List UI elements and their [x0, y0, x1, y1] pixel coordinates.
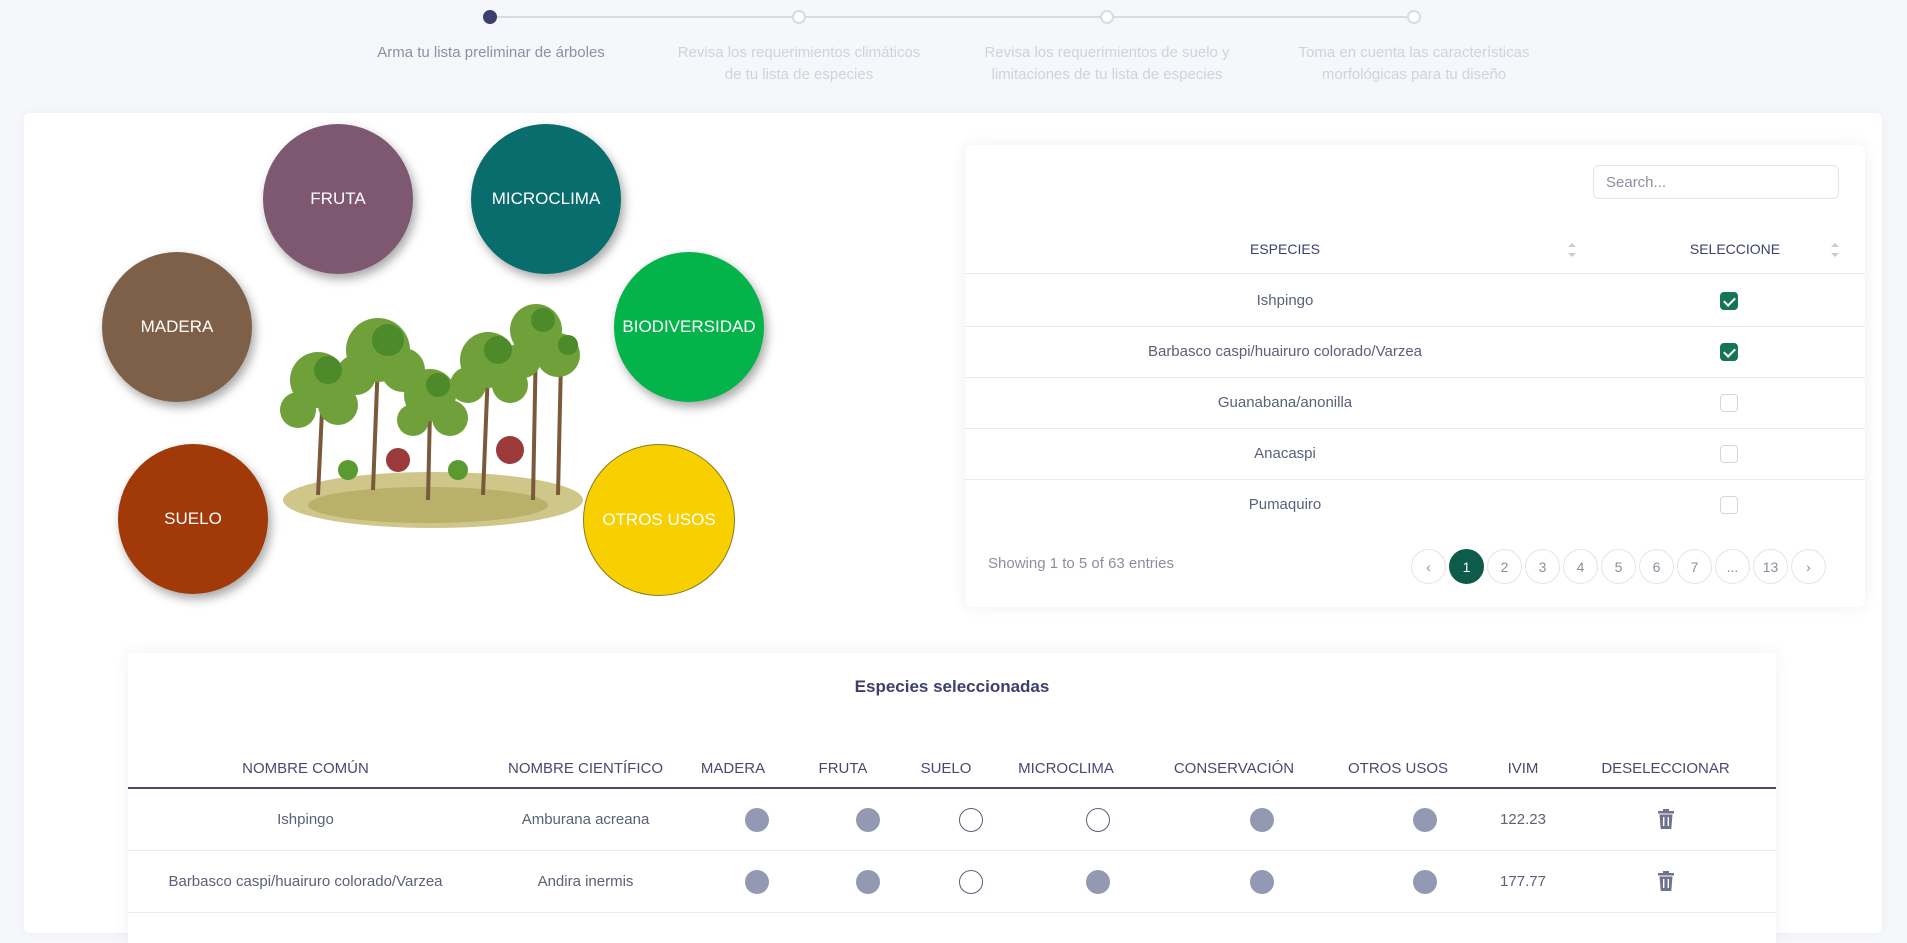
pagination-prev-button[interactable]: ‹ — [1411, 549, 1446, 584]
col-seleccione[interactable]: SELECCIONE — [1645, 235, 1825, 263]
table-row: Barbasco caspi/huairuro colorado/Varzea … — [128, 851, 1776, 913]
conservacion-indicator — [1250, 870, 1274, 894]
pagination-next-button[interactable]: › — [1791, 549, 1826, 584]
pagination: ‹ 1 2 3 4 5 6 7 ... 13 › — [1411, 549, 1826, 584]
category-otros-usos-label: OTROS USOS — [602, 510, 716, 529]
fruta-indicator — [856, 870, 880, 894]
table-row: Anacaspi — [965, 428, 1865, 480]
scientific-name: Andira inermis — [537, 873, 634, 890]
col-ivim: IVIM — [1507, 760, 1539, 777]
category-microclima-button[interactable]: MICROCLIMA — [471, 124, 621, 274]
select-checkbox[interactable] — [1720, 343, 1738, 361]
col-especies[interactable]: ESPECIES — [965, 235, 1605, 263]
pagination-page-button[interactable]: 4 — [1563, 549, 1598, 584]
select-checkbox[interactable] — [1720, 496, 1738, 514]
species-table-header: ESPECIES SELECCIONE — [965, 235, 1865, 274]
selected-table-header: NOMBRE COMÚN NOMBRE CIENTÍFICO MADERA FR… — [128, 757, 1776, 789]
col-otros-usos: OTROS USOS — [1347, 760, 1448, 777]
fruta-indicator — [856, 808, 880, 832]
select-checkbox[interactable] — [1720, 445, 1738, 463]
stepper-line — [490, 16, 1414, 18]
forest-illustration — [280, 304, 583, 528]
col-fruta: FRUTA — [818, 760, 868, 777]
pagination-page-button[interactable]: 2 — [1487, 549, 1522, 584]
pagination-page-button[interactable]: 3 — [1525, 549, 1560, 584]
step-1-label: Arma tu lista preliminar de árboles — [377, 44, 605, 61]
pagination-page-button[interactable]: 5 — [1601, 549, 1636, 584]
table-row: Pumaquiro — [965, 479, 1865, 530]
col-conservacion: CONSERVACIÓN — [1173, 760, 1295, 777]
col-deseleccionar: DESELECCIONAR — [1601, 760, 1730, 777]
entries-info: Showing 1 to 5 of 63 entries — [988, 555, 1174, 572]
step-2-dot[interactable] — [792, 10, 806, 24]
species-name: Ishpingo — [1256, 292, 1314, 309]
table-row: Ishpingo — [965, 275, 1865, 327]
select-checkbox[interactable] — [1720, 292, 1738, 310]
trash-icon[interactable] — [1658, 809, 1674, 829]
col-nombre-cientifico: NOMBRE CIENTÍFICO — [507, 760, 663, 777]
suelo-indicator — [959, 808, 983, 832]
category-otros-usos-button[interactable]: OTROS USOS — [583, 444, 735, 596]
species-name: Pumaquiro — [1248, 496, 1322, 513]
common-name: Barbasco caspi/huairuro colorado/Varzea — [168, 873, 443, 890]
category-suelo-label: SUELO — [164, 509, 222, 528]
species-table-panel: ESPECIES SELECCIONE Ishpingo Barbasco ca… — [965, 145, 1865, 607]
selected-species-panel: Especies seleccionadas NOMBRE COMÚN NOMB… — [128, 653, 1776, 943]
step-3-label: Revisa los requerimientos de suelo y lim… — [984, 44, 1230, 83]
ivim-value: 177.77 — [1500, 873, 1546, 890]
step-3-dot[interactable] — [1100, 10, 1114, 24]
scientific-name: Amburana acreana — [521, 811, 650, 828]
category-suelo-button[interactable]: SUELO — [118, 444, 268, 594]
conservacion-indicator — [1250, 808, 1274, 832]
step-1-dot[interactable] — [483, 10, 497, 24]
trash-icon[interactable] — [1658, 871, 1674, 891]
microclima-indicator — [1086, 870, 1110, 894]
madera-indicator — [745, 870, 769, 894]
category-fruta-button[interactable]: FRUTA — [263, 124, 413, 274]
otros-usos-indicator — [1413, 870, 1437, 894]
species-name: Guanabana/anonilla — [1217, 394, 1353, 411]
category-biodiversidad-button[interactable]: BIODIVERSIDAD — [614, 252, 764, 402]
pagination-ellipsis: ... — [1715, 549, 1750, 584]
common-name: Ishpingo — [277, 811, 334, 828]
pagination-page-button[interactable]: 1 — [1449, 549, 1484, 584]
category-madera-button[interactable]: MADERA — [102, 252, 252, 402]
category-madera-label: MADERA — [140, 317, 214, 336]
selected-species-title: Especies seleccionadas — [854, 677, 1050, 696]
step-4-label: Toma en cuenta las características morfo… — [1298, 44, 1530, 83]
category-biodiversidad-label: BIODIVERSIDAD — [622, 317, 756, 336]
col-microclima: MICROCLIMA — [1018, 760, 1114, 777]
species-name: Anacaspi — [1254, 445, 1316, 462]
suelo-indicator — [959, 870, 983, 894]
pagination-page-button[interactable]: 6 — [1639, 549, 1674, 584]
progress-stepper: Arma tu lista preliminar de árboles Revi… — [0, 0, 1907, 100]
table-row: Ishpingo Amburana acreana 122.23 — [128, 789, 1776, 851]
pagination-page-button[interactable]: 7 — [1677, 549, 1712, 584]
category-fruta-label: FRUTA — [310, 189, 366, 208]
otros-usos-indicator — [1413, 808, 1437, 832]
sort-seleccione-icon[interactable] — [1830, 241, 1840, 259]
col-nombre-comun: NOMBRE COMÚN — [242, 760, 369, 777]
ivim-value: 122.23 — [1500, 811, 1546, 828]
sort-especies-icon[interactable] — [1567, 241, 1577, 259]
species-name: Barbasco caspi/huairuro colorado/Varzea — [1147, 343, 1423, 360]
category-microclima-label: MICROCLIMA — [491, 189, 601, 208]
step-4-dot[interactable] — [1407, 10, 1421, 24]
col-suelo: SUELO — [920, 760, 972, 777]
madera-indicator — [745, 808, 769, 832]
microclima-indicator — [1086, 808, 1110, 832]
table-row: Barbasco caspi/huairuro colorado/Varzea — [965, 326, 1865, 378]
search-input[interactable] — [1593, 165, 1839, 199]
pagination-page-button[interactable]: 13 — [1753, 549, 1788, 584]
step-2-label: Revisa los requerimientos climáticos de … — [677, 44, 921, 83]
table-row: Guanabana/anonilla — [965, 377, 1865, 429]
select-checkbox[interactable] — [1720, 394, 1738, 412]
col-madera: MADERA — [700, 760, 766, 777]
